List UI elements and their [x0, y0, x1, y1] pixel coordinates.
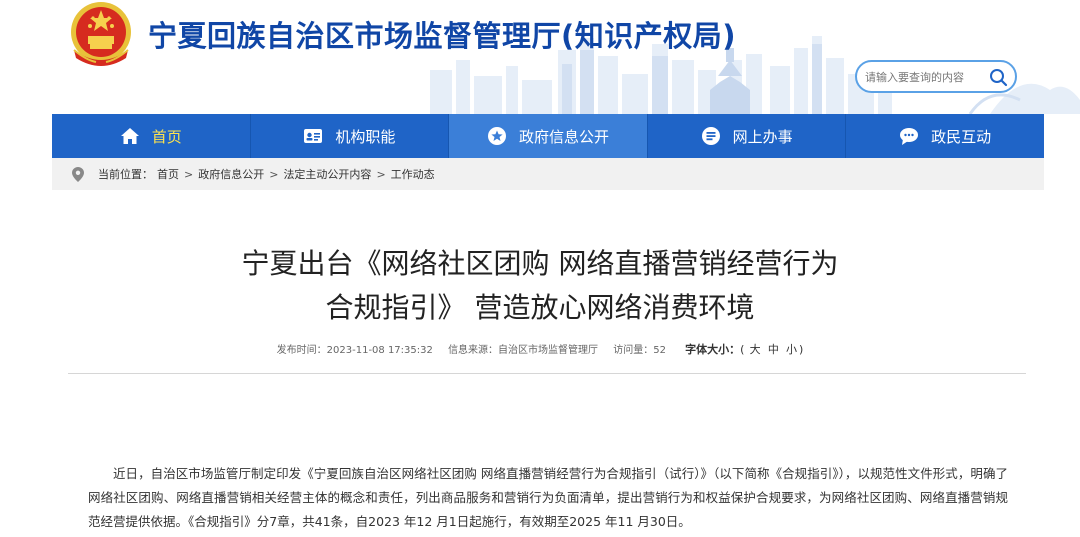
list-icon [701, 127, 720, 145]
breadcrumb-prefix: 当前位置： [98, 168, 153, 181]
nav-item-label: 网上办事 [732, 127, 793, 146]
nav-item-home[interactable]: 首页 [52, 114, 251, 158]
font-size-medium-button[interactable]: 中 [768, 343, 779, 356]
font-size-large-button[interactable]: 大 [750, 343, 761, 356]
breadcrumb: 当前位置： 首页 > 政府信息公开 > 法定主动公开内容 > 工作动态 [52, 158, 1044, 190]
nav-item-label: 机构职能 [335, 127, 396, 146]
site-title: 宁夏回族自治区市场监督管理厅(知识产权局) [148, 19, 737, 53]
article-title-line1: 宁夏出台《网络社区团购 网络直播营销经营行为 [241, 247, 839, 280]
nav-item-gov-info[interactable]: 政府信息公开 [449, 114, 648, 158]
article-title-line2: 合规指引》 营造放心网络消费环境 [325, 291, 755, 324]
font-size-label: 字体大小： [685, 343, 741, 356]
search-icon[interactable] [987, 66, 1009, 88]
breadcrumb-statutory-content[interactable]: 法定主动公开内容 [283, 166, 371, 182]
article-paragraph: 近日，自治区市场监管厅制定印发《宁夏回族自治区网络社区团购 网络直播营销经营行为… [88, 466, 1008, 529]
location-pin-icon [72, 166, 84, 182]
breadcrumb-separator: > [184, 167, 194, 181]
breadcrumb-separator: > [376, 167, 386, 181]
font-size-open-paren: ( [740, 343, 745, 356]
nav-item-label: 政府信息公开 [518, 127, 609, 146]
breadcrumb-work-news[interactable]: 工作动态 [391, 166, 435, 182]
search-input[interactable] [865, 68, 983, 86]
chat-icon [900, 128, 919, 145]
nav-item-label: 政民互动 [931, 127, 992, 146]
info-source: 信息来源：自治区市场监督管理厅 [448, 345, 599, 356]
visit-count: 访问量：52 [613, 345, 666, 356]
font-size-small-button[interactable]: 小 [786, 343, 797, 356]
font-size-close-paren: ) [799, 343, 804, 356]
nav-item-interaction[interactable]: 政民互动 [846, 114, 1044, 158]
article-meta: 发布时间：2023-11-08 17:35:32 信息来源：自治区市场监督管理厅… [0, 341, 1080, 357]
publish-time: 发布时间：2023-11-08 17:35:32 [276, 345, 433, 356]
star-icon [487, 127, 506, 145]
nav-item-online-service[interactable]: 网上办事 [648, 114, 847, 158]
id-card-icon [304, 129, 323, 143]
search-box [855, 60, 1017, 93]
site-header: 宁夏回族自治区市场监督管理厅(知识产权局) [0, 0, 1080, 114]
breadcrumb-separator: > [269, 167, 279, 181]
national-emblem-logo [71, 2, 131, 66]
breadcrumb-gov-info[interactable]: 政府信息公开 [198, 166, 264, 182]
main-nav: 首页 机构职能 政府信息公开 网上办事 政民互动 [52, 114, 1044, 158]
home-icon [120, 128, 139, 144]
meta-divider [68, 373, 1026, 374]
nav-item-label: 首页 [151, 127, 182, 146]
breadcrumb-home[interactable]: 首页 [157, 166, 179, 182]
article-title: 宁夏出台《网络社区团购 网络直播营销经营行为 合规指引》 营造放心网络消费环境 [0, 242, 1080, 330]
nav-item-organization[interactable]: 机构职能 [251, 114, 450, 158]
